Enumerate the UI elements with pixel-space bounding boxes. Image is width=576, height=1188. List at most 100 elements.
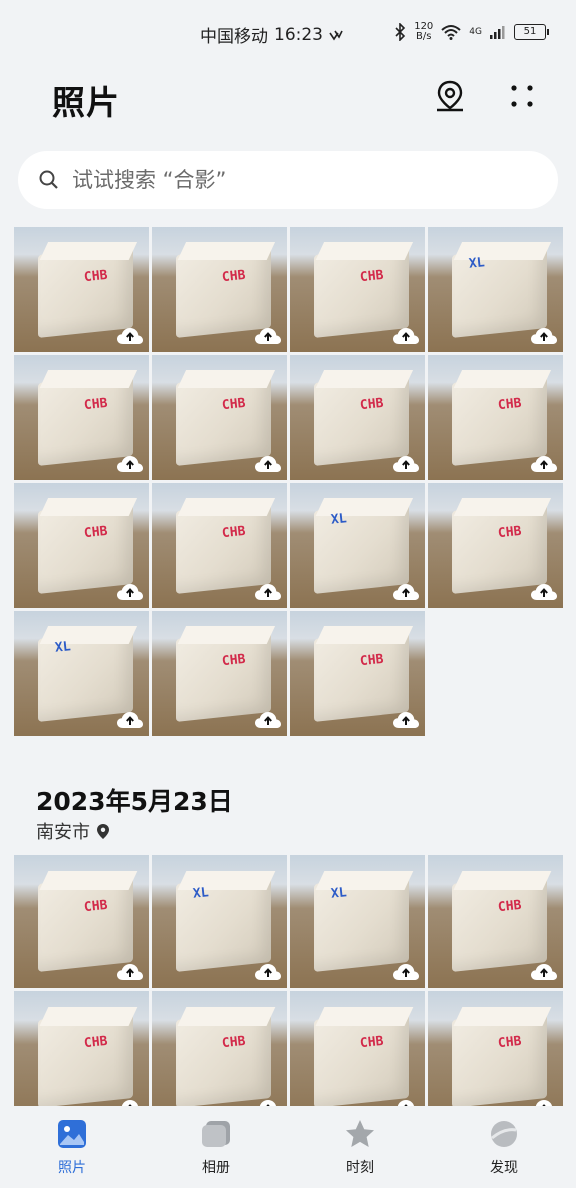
- photo-thumbnail[interactable]: CHB: [14, 227, 149, 352]
- signal-type: 4G: [469, 27, 482, 37]
- network-speed: 120 B/s: [414, 22, 433, 42]
- status-bar: 中国移动 16:23 120 B/s 4G 51: [0, 0, 576, 64]
- stone-marking: XL: [53, 639, 71, 656]
- photo-thumbnail[interactable]: CHB: [14, 855, 149, 988]
- stone-marking: CHB: [221, 1034, 247, 1052]
- stone-marking: CHB: [83, 1034, 109, 1052]
- search-input[interactable]: [70, 167, 534, 193]
- stone-marking: CHB: [83, 523, 109, 541]
- stone-marking: CHB: [221, 395, 247, 413]
- photo-thumbnail[interactable]: CHB: [290, 355, 425, 480]
- location-pin-icon: [437, 80, 463, 112]
- albums-icon: [202, 1121, 230, 1147]
- photo-thumbnail[interactable]: CHB: [14, 483, 149, 608]
- stone-marking: CHB: [221, 523, 247, 541]
- cloud-upload-icon: [393, 584, 419, 600]
- stone-marking: CHB: [497, 1034, 523, 1052]
- tab-photos[interactable]: 照片: [0, 1106, 144, 1188]
- stone-marking: CHB: [497, 898, 523, 916]
- stone-marking: CHB: [221, 267, 247, 285]
- hd-icon: [329, 30, 343, 40]
- status-icons: 120 B/s 4G 51: [394, 22, 549, 42]
- cloud-upload-icon: [393, 712, 419, 728]
- photo-thumbnail[interactable]: CHB: [428, 855, 563, 988]
- photo-thumbnail[interactable]: CHB: [14, 355, 149, 480]
- location-name: 南安市: [36, 822, 90, 843]
- bottom-navigation: 照片 相册 时刻 发现: [0, 1106, 576, 1188]
- cloud-upload-icon: [117, 456, 143, 472]
- cloud-upload-icon: [393, 328, 419, 344]
- photo-thumbnail[interactable]: CHB: [152, 355, 287, 480]
- cloud-upload-icon: [531, 584, 557, 600]
- photo-thumbnail[interactable]: XL: [152, 855, 287, 988]
- tab-discover[interactable]: 发现: [432, 1106, 576, 1188]
- photo-content: [453, 498, 551, 516]
- photo-content: [315, 242, 413, 260]
- cloud-upload-icon: [117, 584, 143, 600]
- photo-content: [177, 242, 275, 260]
- cloud-upload-icon: [117, 964, 143, 980]
- photo-thumbnail[interactable]: XL: [290, 483, 425, 608]
- photo-content: [315, 626, 413, 644]
- photo-thumbnail[interactable]: CHB: [428, 991, 563, 1124]
- app-header: 照片: [0, 64, 576, 134]
- photo-content: [39, 242, 137, 260]
- stone-marking: CHB: [497, 395, 523, 413]
- photo-thumbnail[interactable]: CHB: [152, 611, 287, 736]
- tab-label: 相册: [202, 1160, 230, 1176]
- carrier-name: 中国移动: [200, 27, 268, 47]
- wifi-icon: [441, 25, 461, 40]
- cloud-upload-icon: [255, 456, 281, 472]
- cell-signal-icon: [490, 26, 505, 39]
- section-location[interactable]: 南安市: [36, 818, 110, 844]
- stone-marking: XL: [191, 885, 209, 902]
- photo-content: [453, 370, 551, 388]
- photo-thumbnail[interactable]: CHB: [290, 991, 425, 1124]
- tab-moments[interactable]: 时刻: [288, 1106, 432, 1188]
- bluetooth-icon: [395, 23, 406, 41]
- cloud-upload-icon: [255, 584, 281, 600]
- photo-thumbnail[interactable]: XL: [14, 611, 149, 736]
- photos-icon: [58, 1120, 86, 1148]
- photo-content: [39, 870, 138, 890]
- photo-thumbnail[interactable]: CHB: [290, 227, 425, 352]
- map-button[interactable]: [430, 76, 470, 116]
- photo-content: [315, 370, 413, 388]
- search-bar[interactable]: [18, 151, 558, 209]
- stone-marking: CHB: [359, 395, 385, 413]
- tab-label: 照片: [58, 1160, 86, 1176]
- photo-thumbnail[interactable]: CHB: [14, 991, 149, 1124]
- stone-marking: XL: [329, 885, 347, 902]
- photo-content: [453, 870, 552, 890]
- tab-albums[interactable]: 相册: [144, 1106, 288, 1188]
- stone-marking: CHB: [221, 651, 247, 669]
- cloud-upload-icon: [255, 712, 281, 728]
- photo-content: [39, 370, 137, 388]
- stone-marking: CHB: [83, 898, 109, 916]
- stone-marking: XL: [467, 255, 485, 272]
- photo-thumbnail[interactable]: CHB: [152, 991, 287, 1124]
- stone-marking: CHB: [359, 651, 385, 669]
- photo-content: [315, 1006, 414, 1026]
- search-icon: [39, 170, 58, 189]
- photo-thumbnail[interactable]: XL: [428, 227, 563, 352]
- photo-thumbnail[interactable]: CHB: [152, 227, 287, 352]
- photo-thumbnail[interactable]: CHB: [290, 611, 425, 736]
- photo-thumbnail[interactable]: CHB: [428, 483, 563, 608]
- cloud-upload-icon: [531, 456, 557, 472]
- photo-thumbnail[interactable]: CHB: [428, 355, 563, 480]
- cloud-upload-icon: [255, 964, 281, 980]
- photo-grid-dated: CHB XL XL CHB CHB CHB CHB CHB: [14, 855, 563, 1124]
- tab-label: 发现: [490, 1160, 518, 1176]
- cloud-upload-icon: [117, 712, 143, 728]
- cloud-upload-icon: [393, 456, 419, 472]
- star-icon: [346, 1120, 374, 1147]
- cloud-upload-icon: [393, 964, 419, 980]
- more-options-button[interactable]: [502, 76, 542, 116]
- photo-thumbnail[interactable]: XL: [290, 855, 425, 988]
- tab-label: 时刻: [346, 1160, 374, 1176]
- photo-content: [177, 498, 275, 516]
- stone-marking: XL: [329, 511, 347, 528]
- photo-thumbnail[interactable]: CHB: [152, 483, 287, 608]
- section-date: 2023年5月23日: [36, 787, 233, 816]
